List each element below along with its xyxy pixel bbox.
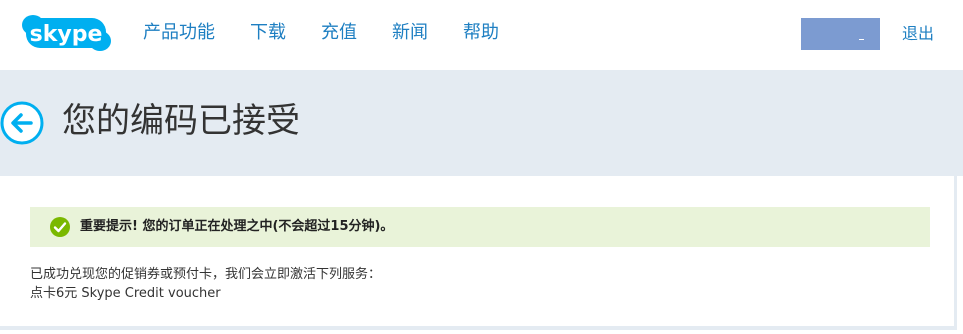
nav-item-help[interactable]: 帮助 [463,20,499,46]
account-underline [859,39,864,40]
check-circle-icon [50,217,70,237]
skype-logo[interactable]: skype [20,13,112,53]
nav-item-news[interactable]: 新闻 [392,20,428,46]
nav-item-download[interactable]: 下载 [250,20,286,46]
nav-item-recharge[interactable]: 充值 [321,20,357,46]
skype-logo-text: skype [30,22,103,47]
redeem-message: 已成功兑现您的促销券或预付卡，我们会立即激活下列服务： [30,267,382,282]
nav-item-features[interactable]: 产品功能 [143,20,215,46]
account-name-box[interactable] [801,18,880,50]
back-arrow-icon[interactable] [0,101,45,146]
page-title: 您的编码已接受 [62,101,300,141]
main-nav: 产品功能 下载 充值 新闻 帮助 [143,20,534,46]
content-panel [0,176,957,330]
logout-link[interactable]: 退出 [902,23,934,45]
top-bar: skype 产品功能 下载 充值 新闻 帮助 退出 [0,0,963,70]
notice-text: 重要提示! 您的订单正在处理之中(不会超过15分钟)。 [80,219,394,234]
activated-service: 点卡6元 Skype Credit voucher [30,286,221,301]
